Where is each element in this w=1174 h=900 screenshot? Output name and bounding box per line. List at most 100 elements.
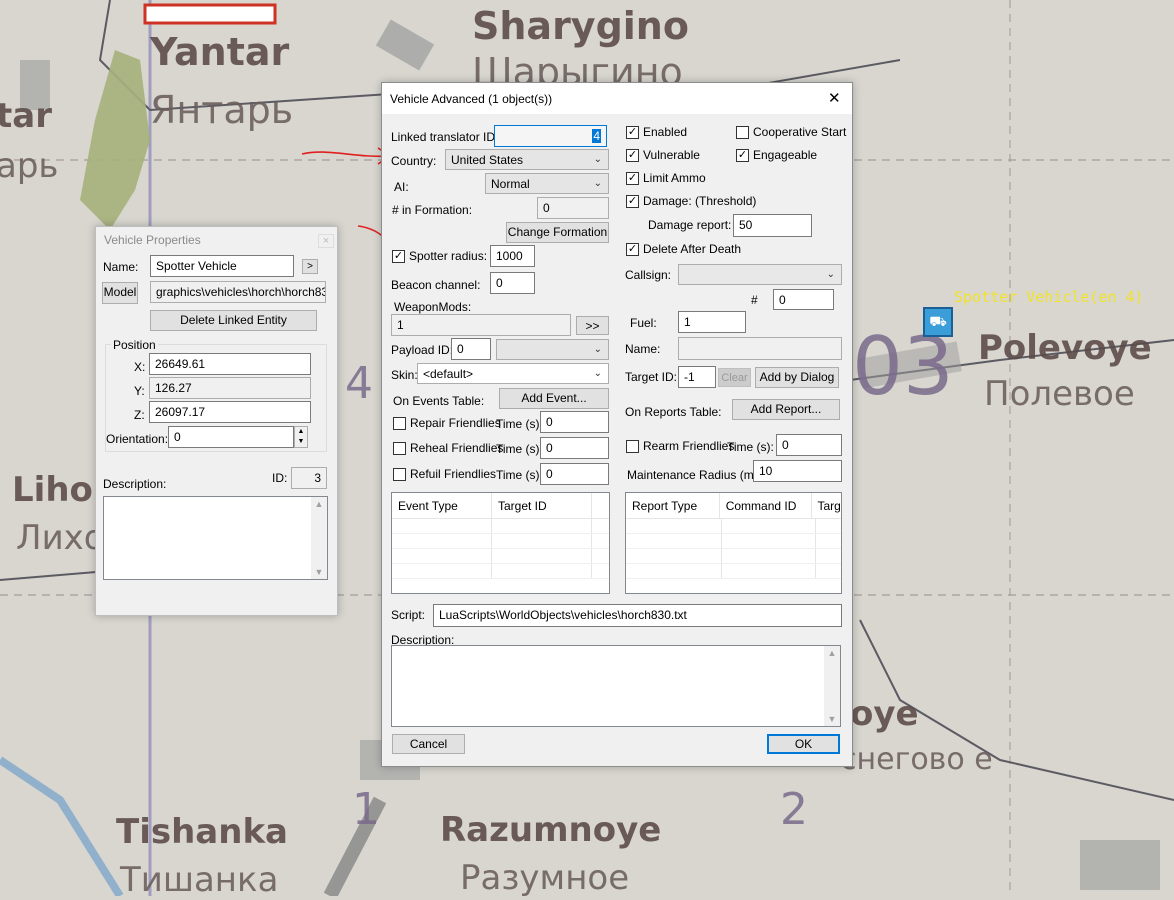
reheal-time-field[interactable]: 0 [540, 437, 609, 459]
z-field[interactable]: 26097.17 [149, 401, 311, 423]
column-header[interactable]: Target ID [492, 493, 592, 518]
payload-dropdown[interactable]: ⌄ [496, 339, 609, 360]
spin-up-icon[interactable]: ▲ [295, 427, 307, 437]
z-label: Z: [134, 408, 145, 422]
scrollbar[interactable]: ▲ ▼ [824, 646, 840, 726]
close-button[interactable]: ✕ [828, 89, 841, 107]
map-place-polevoye: Polevoye [978, 328, 1152, 368]
checkbox-icon[interactable] [393, 441, 406, 455]
add-by-dialog-button[interactable]: Add by Dialog [755, 367, 839, 388]
script-field[interactable]: LuaScripts\WorldObjects\vehicles\horch83… [433, 604, 842, 627]
description-field[interactable]: ▲ ▼ [103, 496, 328, 580]
name-expand-button[interactable]: > [302, 259, 318, 274]
country-dropdown[interactable]: United States ⌄ [445, 149, 609, 170]
checkbox-icon[interactable]: ✓ [626, 148, 639, 162]
limit-ammo-checkbox[interactable]: ✓ Limit Ammo [626, 171, 706, 185]
delete-after-death-checkbox[interactable]: ✓ Delete After Death [626, 242, 741, 256]
add-report-button[interactable]: Add Report... [732, 399, 840, 420]
repair-friendlies-checkbox[interactable]: Repair Friendlies [393, 416, 501, 430]
y-field[interactable]: 126.27 [149, 377, 311, 399]
refuil-friendlies-checkbox[interactable]: Refuil Friendlies [393, 467, 496, 481]
limit-ammo-label: Limit Ammo [643, 171, 706, 185]
column-header[interactable]: Event Type [392, 493, 492, 518]
damage-threshold-checkbox[interactable]: ✓ Damage: (Threshold) [626, 194, 756, 208]
table-row [392, 549, 609, 564]
ok-button[interactable]: OK [767, 734, 840, 754]
spotter-radius-checkbox[interactable]: ✓ Spotter radius: [392, 249, 487, 263]
script-label: Script: [391, 608, 426, 622]
column-header[interactable]: Report Type [626, 493, 720, 518]
add-event-button[interactable]: Add Event... [499, 388, 609, 409]
map-place-snegovoe: oye [850, 694, 919, 734]
beacon-field[interactable]: 0 [490, 272, 535, 294]
engageable-label: Engageable [753, 148, 818, 162]
name-field[interactable] [678, 337, 842, 360]
engageable-checkbox[interactable]: ✓ Engageable [736, 148, 817, 162]
payload-field[interactable]: 0 [451, 338, 491, 360]
cancel-button[interactable]: Cancel [392, 734, 465, 754]
truck-icon[interactable]: ⛟ [923, 307, 953, 337]
reports-table[interactable]: Report Type Command ID Target [625, 492, 842, 594]
rearm-time-field[interactable]: 0 [776, 434, 842, 456]
checkbox-icon[interactable]: ✓ [626, 194, 639, 208]
spotter-radius-field[interactable]: 1000 [490, 245, 535, 267]
maintenance-radius-field[interactable]: 10 [753, 460, 842, 482]
table-row [626, 534, 841, 549]
checkbox-icon[interactable] [736, 125, 749, 139]
repair-time-field[interactable]: 0 [540, 411, 609, 433]
model-button[interactable]: Model [102, 282, 138, 304]
events-table[interactable]: Event Type Target ID [391, 492, 610, 594]
checkbox-icon[interactable] [393, 467, 406, 481]
orientation-spinner[interactable]: ▲ ▼ [294, 426, 308, 448]
column-header[interactable]: Target [812, 493, 842, 518]
map-place-snegovoe-cyr: снегово е [840, 742, 993, 777]
scroll-up-icon[interactable]: ▲ [824, 648, 840, 658]
target-id-field[interactable]: -1 [678, 366, 716, 388]
scrollbar[interactable]: ▲ ▼ [311, 497, 327, 579]
linked-translator-field[interactable]: 4 [494, 125, 607, 147]
close-button[interactable]: × [318, 234, 334, 248]
ai-dropdown[interactable]: Normal ⌄ [485, 173, 609, 194]
checkbox-icon[interactable]: ✓ [626, 242, 639, 256]
skin-dropdown[interactable]: <default> ⌄ [417, 363, 609, 384]
weaponmods-label: WeaponMods: [394, 300, 472, 314]
map-place-yantar: Yantar [150, 30, 290, 74]
fuel-field[interactable]: 1 [678, 311, 746, 333]
map-place-tishanka: Tishanka [116, 812, 288, 852]
name-field[interactable]: Spotter Vehicle [150, 255, 294, 277]
checkbox-icon[interactable]: ✓ [392, 249, 405, 263]
enabled-checkbox[interactable]: ✓ Enabled [626, 125, 687, 139]
description-field[interactable]: ▲ ▼ [391, 645, 841, 727]
weaponmods-button[interactable]: >> [576, 316, 609, 335]
reheal-friendlies-checkbox[interactable]: Reheal Friendlies [393, 441, 503, 455]
checkbox-icon[interactable]: ✓ [626, 125, 639, 139]
checkbox-icon[interactable] [626, 439, 639, 453]
scroll-down-icon[interactable]: ▼ [824, 714, 840, 724]
position-label: Position [111, 338, 158, 352]
hash-field[interactable]: 0 [773, 289, 834, 310]
scroll-up-icon[interactable]: ▲ [311, 499, 327, 509]
reports-table-label: On Reports Table: [625, 405, 722, 419]
vulnerable-checkbox[interactable]: ✓ Vulnerable [626, 148, 700, 162]
checkbox-icon[interactable]: ✓ [736, 148, 749, 162]
delete-linked-entity-button[interactable]: Delete Linked Entity [150, 310, 317, 331]
vulnerable-label: Vulnerable [643, 148, 700, 162]
column-header[interactable]: Command ID [720, 493, 812, 518]
checkbox-icon[interactable] [393, 416, 406, 430]
rearm-friendlies-checkbox[interactable]: Rearm Friendlies [626, 439, 734, 453]
callsign-dropdown[interactable]: ⌄ [678, 264, 842, 285]
scroll-down-icon[interactable]: ▼ [311, 567, 327, 577]
cooperative-start-checkbox[interactable]: Cooperative Start [736, 125, 846, 139]
chevron-down-icon: ⌄ [593, 368, 602, 379]
fuel-label: Fuel: [630, 316, 657, 330]
refuil-time-field[interactable]: 0 [540, 463, 609, 485]
change-formation-button[interactable]: Change Formation [506, 222, 609, 243]
checkbox-icon[interactable]: ✓ [626, 171, 639, 185]
orientation-field[interactable]: 0 [168, 426, 294, 448]
clear-button[interactable]: Clear [718, 368, 751, 387]
damage-report-field[interactable]: 50 [733, 214, 812, 237]
model-field[interactable]: graphics\vehicles\horch\horch830.m [150, 281, 326, 303]
map-place-tishanka-cyr: Тишанка [120, 860, 279, 900]
spin-down-icon[interactable]: ▼ [295, 437, 307, 447]
x-field[interactable]: 26649.61 [149, 353, 311, 375]
